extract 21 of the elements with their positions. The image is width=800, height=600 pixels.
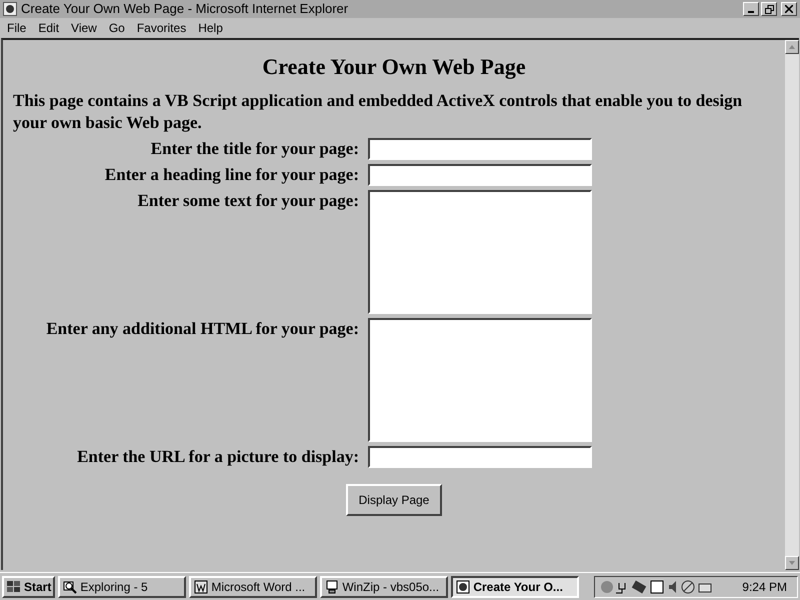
menu-item[interactable]: Edit — [32, 19, 66, 37]
field-label: Enter any additional HTML for your page: — [45, 318, 359, 340]
taskbar-button[interactable]: WinZip - vbs05o... — [320, 576, 448, 598]
menu-item[interactable]: Go — [102, 19, 131, 37]
menu-item[interactable]: View — [65, 19, 103, 37]
field-label: Enter the URL for a picture to display: — [76, 446, 359, 468]
display-page-button[interactable]: Display Page — [346, 484, 442, 516]
clock: 9:24 PM — [742, 578, 788, 596]
page-heading: Create Your Own Web Page — [262, 54, 526, 80]
intro-paragraph: This page contains a VB Script application and embedded ActiveX controls that enable you to design your own basic Web page. — [13, 90, 744, 134]
menu-item[interactable]: File — [1, 19, 32, 37]
window-title: Create Your Own Web Page - Microsoft Internet Explorer — [21, 0, 350, 18]
taskbar-button[interactable]: Microsoft Word ... — [189, 576, 318, 598]
field-label: Enter the title for your page: — [150, 138, 359, 160]
menu-item[interactable]: Favorites — [130, 19, 192, 37]
taskbar-button[interactable]: Create Your O... — [451, 576, 580, 598]
start-button[interactable]: Start — [2, 576, 56, 598]
taskbar-button[interactable]: Exploring - 5 — [58, 576, 186, 598]
menu-item[interactable]: Help — [192, 19, 229, 37]
field-label: Enter a heading line for your page: — [104, 164, 359, 186]
field-label: Enter some text for your page: — [136, 190, 359, 212]
